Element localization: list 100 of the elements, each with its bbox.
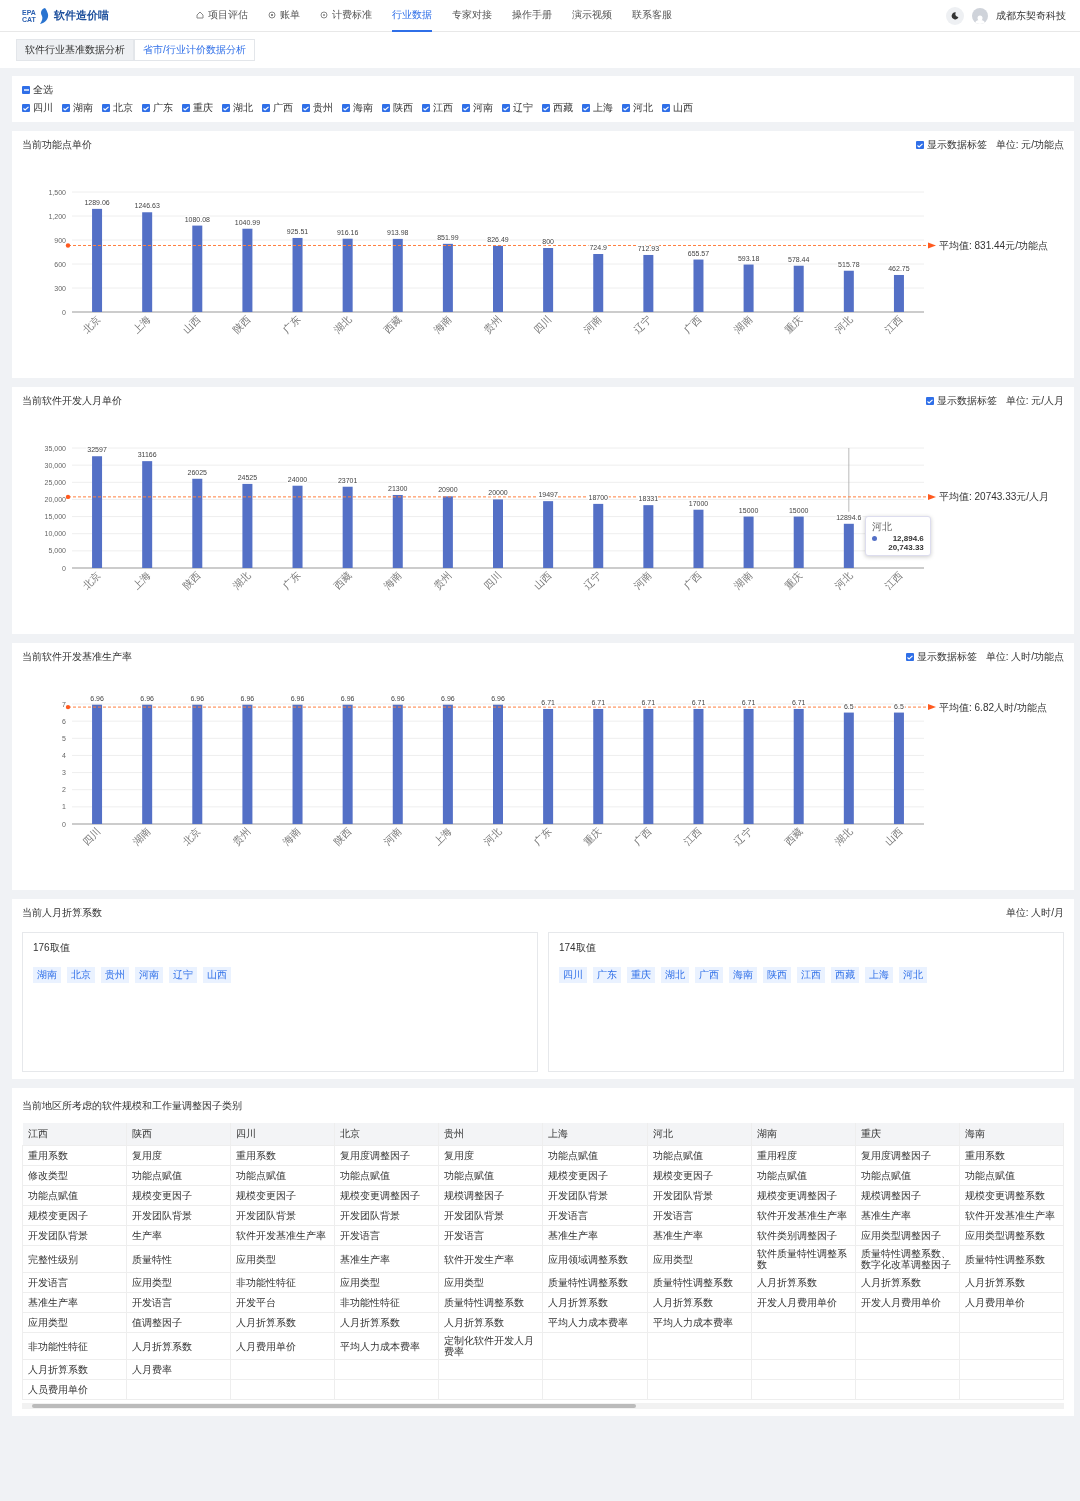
checkbox[interactable] — [915, 141, 924, 149]
checkbox[interactable] — [622, 104, 630, 112]
bar — [593, 254, 604, 312]
table-cell: 开发团队背景 — [542, 1185, 648, 1206]
column-header: 上海 — [542, 1123, 648, 1146]
bar — [843, 270, 854, 312]
bar — [543, 501, 554, 568]
axis-category-label: 四川 — [531, 313, 554, 336]
axis-category-label: 西藏 — [782, 825, 805, 848]
nav-tab[interactable]: 联系客服 — [632, 0, 672, 32]
table-cell: 基准生产率 — [542, 1225, 648, 1246]
table-cell: 人员费用单价 — [22, 1379, 127, 1400]
region-tag: 西藏 — [831, 967, 859, 983]
panel-title: 176取值 — [33, 941, 71, 955]
checkbox[interactable] — [102, 104, 110, 112]
table-cell: 人月折算系数 — [959, 1272, 1064, 1293]
checkbox[interactable] — [542, 104, 550, 112]
check-icon — [583, 105, 589, 111]
checkbox[interactable] — [462, 104, 470, 112]
sub-tab[interactable]: 省市/行业计价数据分析 — [134, 39, 255, 61]
table-cell: 开发人月费用单价 — [855, 1292, 960, 1313]
table-cell: 应用类型 — [126, 1272, 231, 1293]
theme-toggle-button[interactable] — [946, 6, 964, 25]
bar — [843, 523, 854, 568]
checkbox[interactable] — [22, 104, 30, 112]
average-label: 平均值: 831.44元/功能点 — [939, 240, 1048, 251]
nav-tab[interactable]: 演示视频 — [572, 0, 612, 32]
bar — [893, 275, 904, 312]
table-cell: 开发团队背景 — [126, 1205, 231, 1226]
axis-category-label: 辽宁 — [631, 313, 654, 336]
check-icon — [263, 105, 269, 111]
checkbox[interactable] — [22, 86, 30, 94]
checkbox[interactable] — [662, 104, 670, 112]
checkbox[interactable] — [422, 104, 430, 112]
table-cell: 定制化软件开发人月费率 — [438, 1332, 543, 1360]
nav-tab[interactable]: 操作手册 — [512, 0, 552, 32]
table-cell: 基准生产率 — [334, 1245, 439, 1273]
circle-x-icon — [268, 10, 276, 19]
gear-icon — [320, 10, 328, 19]
checkbox-label: 四川 — [33, 101, 53, 115]
checkbox[interactable] — [262, 104, 270, 112]
checkbox[interactable] — [382, 104, 390, 112]
table-cell: 质量特性 — [126, 1245, 231, 1273]
unit-label: 单位: 人时/月 — [1005, 906, 1064, 920]
table-cell: 功能点赋值 — [126, 1165, 231, 1186]
nav-tab[interactable]: 计费标准 — [320, 0, 372, 32]
axis-category-label: 北京 — [80, 569, 103, 592]
check-icon — [383, 105, 389, 111]
check-icon — [926, 398, 933, 404]
bar — [793, 516, 804, 568]
axis-category-label: 湖南 — [732, 569, 754, 592]
check-icon — [543, 105, 549, 111]
checkbox[interactable] — [925, 397, 934, 405]
table-cell: 质量特性调整系数 — [438, 1292, 543, 1313]
axis-category-label: 四川 — [80, 825, 103, 848]
checkbox[interactable] — [182, 104, 190, 112]
axis-category-label: 上海 — [130, 313, 153, 336]
axis-category-label: 海南 — [431, 313, 454, 336]
axis-category-label: 湖北 — [331, 313, 354, 336]
checkbox[interactable] — [302, 104, 310, 112]
sub-tab[interactable]: 软件行业基准数据分析 — [16, 39, 134, 61]
axis-category-label: 上海 — [431, 825, 454, 848]
table-cell: 完整性级别 — [22, 1245, 127, 1273]
checkbox[interactable] — [342, 104, 350, 112]
checkbox-label: 显示数据标签 — [936, 394, 997, 408]
checkbox[interactable] — [62, 104, 70, 112]
bar — [493, 499, 503, 568]
table-cell: 规模调整因子 — [438, 1185, 543, 1206]
table-cell: 人月折算系数 — [542, 1292, 648, 1313]
table-cell: 非功能性特征 — [22, 1332, 127, 1360]
table-cell: 复用度 — [126, 1145, 231, 1166]
checkbox[interactable] — [222, 104, 230, 112]
check-icon — [623, 105, 629, 111]
checkbox[interactable] — [905, 653, 914, 661]
region-tag: 河南 — [135, 967, 163, 983]
unit-label: 单位: 人时/功能点 — [985, 650, 1064, 664]
scrollbar[interactable] — [22, 1403, 1064, 1409]
user-name[interactable]: 成都东契奇科技 — [996, 8, 1066, 23]
checkbox-label: 海南 — [353, 101, 373, 115]
check-icon — [303, 105, 309, 111]
card-title: 当前软件开发基准生产率 — [22, 650, 132, 664]
table-cell: 应用类型调整系数 — [959, 1225, 1064, 1246]
axis-category-label: 湖北 — [230, 569, 253, 592]
nav-tab[interactable]: 专家对接 — [452, 0, 492, 32]
checkbox[interactable] — [142, 104, 150, 112]
table-cell: 应用类型调整因子 — [855, 1225, 960, 1246]
checkbox-label: 重庆 — [193, 101, 213, 115]
check-icon — [343, 105, 349, 111]
bar — [543, 248, 554, 312]
nav-tab[interactable]: 账单 — [268, 0, 300, 32]
table-cell: 规模变更因子 — [126, 1185, 231, 1206]
checkbox[interactable] — [582, 104, 590, 112]
nav-tab[interactable]: 项目评估 — [196, 0, 248, 32]
checkbox-label: 显示数据标签 — [916, 650, 977, 664]
check-icon — [183, 105, 189, 111]
checkbox[interactable] — [502, 104, 510, 112]
region-tag: 江西 — [797, 967, 825, 983]
table-cell: 平均人力成本费率 — [542, 1312, 648, 1333]
bar — [643, 254, 654, 312]
checkbox-label: 陕西 — [393, 101, 413, 115]
